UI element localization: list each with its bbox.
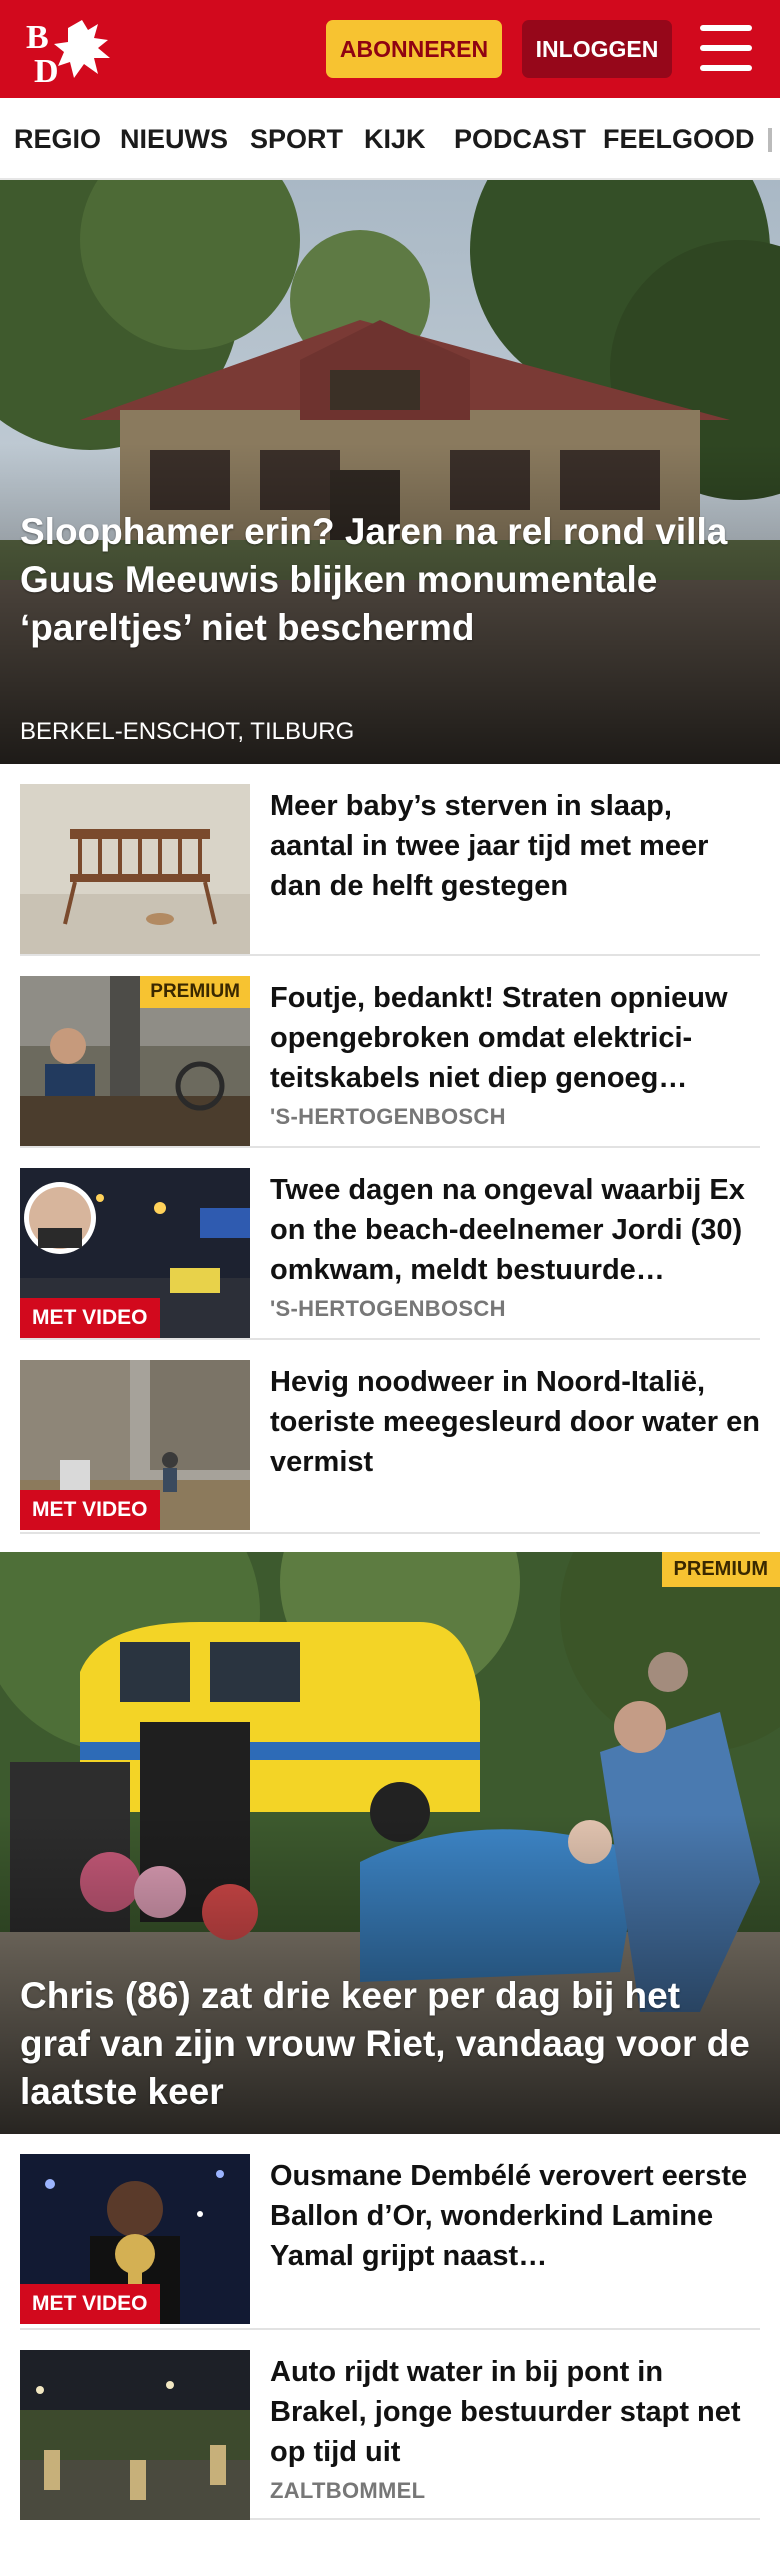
nav-item-kijk[interactable]: KIJK: [364, 124, 426, 155]
article-title[interactable]: Ousmane Dembélé verovert eerste Ballon d…: [270, 2156, 760, 2276]
nav-item-podcast[interactable]: PODCAST: [454, 124, 586, 155]
svg-text:B: B: [26, 19, 49, 56]
feature-article[interactable]: PREMIUM Chris (86) zat drie keer per dag…: [0, 1552, 780, 2134]
subscribe-button[interactable]: ABONNEREN: [326, 20, 502, 78]
article-thumbnail: MET VIDEO: [20, 1360, 250, 1530]
section-nav: REGIO NIEUWS SPORT KIJK PODCAST FEELGOOD: [0, 98, 780, 180]
article-location: 'S-HERTOGENBOSCH: [270, 1296, 506, 1321]
article-location: 'S-HERTOGENBOSCH: [270, 1104, 506, 1129]
nav-item-feelgood[interactable]: FEELGOOD: [603, 124, 755, 155]
nav-item-nieuws[interactable]: NIEUWS: [120, 124, 228, 155]
video-badge: MET VIDEO: [20, 1298, 160, 1338]
article-thumbnail: MET VIDEO: [20, 2154, 250, 2324]
article-title[interactable]: Hevig noodweer in Noord-Italië, toeriste…: [270, 1362, 760, 1482]
hero-article[interactable]: Sloophamer erin? Jaren na rel rond villa…: [0, 180, 780, 764]
article-thumbnail: MET VIDEO: [20, 1168, 250, 1338]
bd-logo[interactable]: B D: [24, 14, 120, 86]
article-location: ZALTBOMMEL: [270, 2478, 426, 2503]
video-badge: MET VIDEO: [20, 2284, 160, 2324]
video-badge: MET VIDEO: [20, 1490, 160, 1530]
nav-item-sport[interactable]: SPORT: [250, 124, 343, 155]
article-title[interactable]: Meer baby’s sterven in slaap, aantal in …: [270, 786, 760, 906]
list-item[interactable]: MET VIDEO Twee dagen na ongeval waarbij …: [20, 1148, 760, 1340]
article-thumbnail: [20, 2350, 250, 2520]
list-item[interactable]: MET VIDEO Hevig noodweer in Noord-Italië…: [20, 1340, 760, 1534]
list-item[interactable]: MET VIDEO Ousmane Dembélé verovert eerst…: [20, 2134, 760, 2330]
nav-overflow-indicator: [768, 128, 772, 152]
menu-icon[interactable]: [700, 25, 752, 71]
article-thumbnail: PREMIUM: [20, 976, 250, 1146]
article-title[interactable]: Foutje, bedankt! Straten opnieuw opengeb…: [270, 978, 760, 1098]
nav-item-regio[interactable]: REGIO: [14, 124, 101, 155]
hero-location: BERKEL-ENSCHOT, TILBURG: [20, 718, 355, 745]
list-item[interactable]: Auto rijdt water in bij pont in Brakel, …: [20, 2330, 760, 2520]
feature-title[interactable]: Chris (86) zat drie keer per dag bij het…: [20, 1972, 755, 2116]
hero-title[interactable]: Sloophamer erin? Jaren na rel rond villa…: [20, 508, 755, 652]
premium-badge: PREMIUM: [661, 1552, 780, 1587]
premium-badge: PREMIUM: [140, 976, 250, 1008]
top-header: B D ABONNEREN INLOGGEN: [0, 0, 780, 98]
login-button[interactable]: INLOGGEN: [522, 20, 672, 78]
article-title[interactable]: Auto rijdt water in bij pont in Brakel, …: [270, 2352, 760, 2472]
list-item[interactable]: Meer baby’s sterven in slaap, aantal in …: [20, 764, 760, 956]
article-title[interactable]: Twee dagen na ongeval waarbij Ex on the …: [270, 1170, 760, 1290]
svg-text:D: D: [34, 53, 59, 86]
list-item[interactable]: PREMIUM Foutje, bedankt! Straten opnieuw…: [20, 956, 760, 1148]
article-thumbnail: [20, 784, 250, 954]
